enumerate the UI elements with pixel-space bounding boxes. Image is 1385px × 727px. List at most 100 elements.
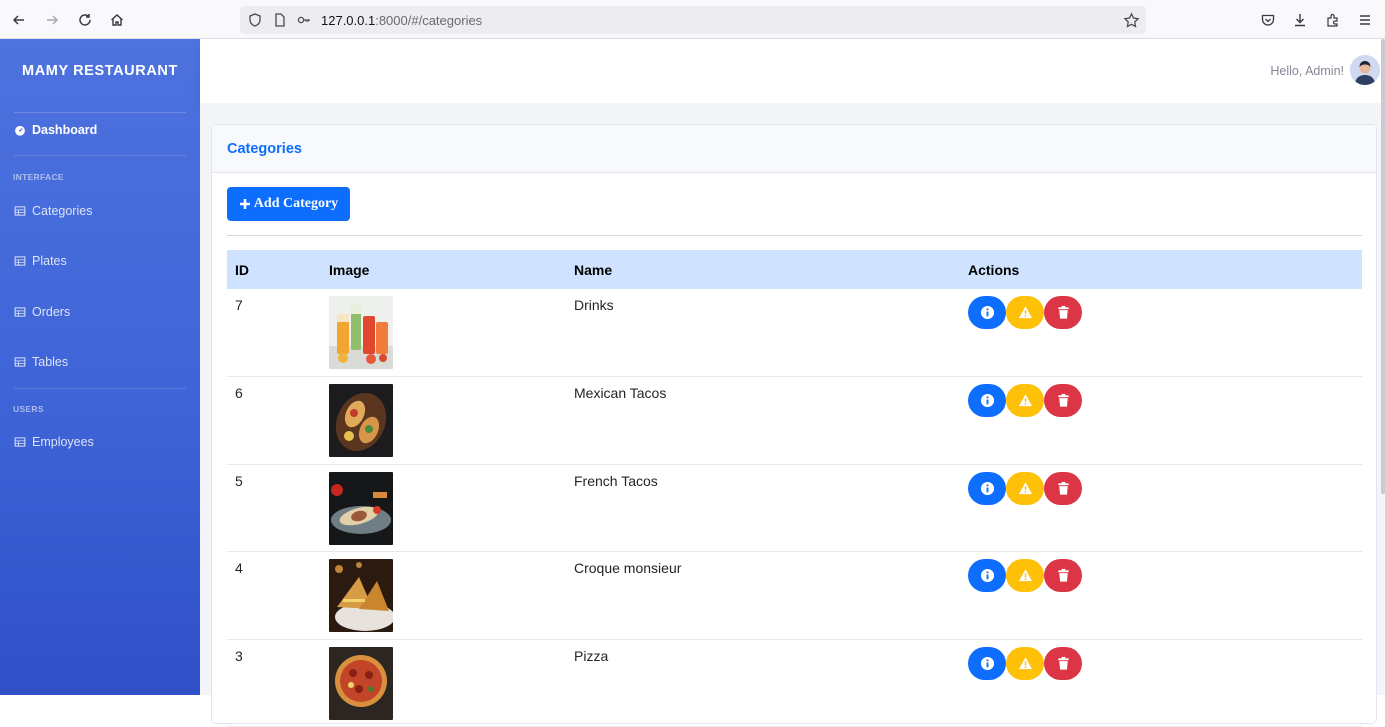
view-button[interactable] (968, 296, 1006, 329)
category-image-drinks (329, 296, 393, 369)
menu-icon[interactable] (1354, 9, 1376, 31)
table-icon (14, 256, 26, 266)
edit-button[interactable] (1006, 646, 1044, 680)
scrollbar[interactable] (1381, 39, 1385, 494)
table-row: 4 Croque monsieur (227, 551, 1362, 640)
url-bar[interactable]: 127.0.0.1:8000/#/categories (240, 6, 1146, 34)
back-icon[interactable] (8, 9, 30, 31)
cell-id: 3 (227, 639, 321, 727)
sidebar-item-orders[interactable]: Orders (14, 305, 70, 319)
add-category-label: Add Category (253, 196, 339, 211)
row-actions (968, 384, 1354, 417)
cell-name: French Tacos (566, 464, 960, 552)
cell-name: Mexican Tacos (566, 376, 960, 465)
table-header-row: ID Image Name Actions (227, 250, 1362, 289)
sidebar: MAMY RESTAURANT Dashboard INTERFACE Cate… (0, 39, 200, 695)
downloads-icon[interactable] (1289, 9, 1311, 31)
warning-icon (1018, 656, 1032, 669)
sidebar-item-tables[interactable]: Tables (14, 355, 68, 369)
trash-icon (1057, 568, 1069, 582)
sidebar-item-categories[interactable]: Categories (14, 204, 92, 218)
column-header-id: ID (235, 261, 249, 278)
warning-icon (1018, 394, 1032, 407)
column-header-name: Name (574, 261, 613, 278)
cell-name: Croque monsieur (566, 551, 960, 640)
table-icon (14, 437, 26, 447)
divider (14, 388, 186, 389)
sidebar-item-label: Categories (32, 204, 93, 218)
url-text: 127.0.0.1:8000/#/categories (321, 13, 483, 28)
view-button[interactable] (968, 646, 1006, 680)
reload-icon[interactable] (74, 9, 96, 31)
edit-button[interactable] (1006, 471, 1044, 505)
cell-name: Drinks (566, 289, 960, 377)
info-icon (980, 656, 994, 670)
table-row: 6 Mexican Tacos (227, 376, 1362, 465)
bookmark-star-icon[interactable] (1123, 12, 1140, 29)
card-header: Categories (212, 125, 1376, 173)
sidebar-item-plates[interactable]: Plates (14, 254, 67, 268)
forward-icon[interactable] (41, 9, 63, 31)
shield-icon (249, 13, 261, 27)
trash-icon (1057, 393, 1069, 407)
cell-id: 5 (227, 464, 321, 552)
edit-button[interactable] (1006, 296, 1044, 329)
cell-id: 4 (227, 551, 321, 640)
plus-icon (239, 199, 250, 209)
categories-card: Categories Add Category ID Image Name Ac… (211, 124, 1377, 727)
sidebar-item-dashboard[interactable]: Dashboard (14, 123, 97, 137)
row-actions (968, 471, 1354, 505)
table-icon (14, 357, 26, 367)
divider (14, 155, 186, 156)
home-icon[interactable] (106, 9, 128, 31)
trash-icon (1057, 481, 1069, 495)
warning-icon (1018, 481, 1032, 494)
row-actions (968, 646, 1354, 680)
sidebar-item-label: Orders (32, 305, 71, 319)
main-content: Categories Add Category ID Image Name Ac… (200, 103, 1385, 727)
cell-name: Pizza (566, 639, 960, 727)
table-row: 3 Pizza (227, 639, 1362, 727)
view-button[interactable] (968, 471, 1006, 505)
key-icon (297, 16, 310, 24)
warning-icon (1018, 569, 1032, 582)
cell-id: 6 (227, 376, 321, 465)
edit-button[interactable] (1006, 559, 1044, 592)
category-image-pizza (329, 646, 393, 720)
extensions-icon[interactable] (1322, 9, 1344, 31)
page-title: Categories (227, 141, 302, 157)
table-icon (14, 206, 26, 216)
brand-title[interactable]: MAMY RESTAURANT (0, 63, 200, 79)
edit-button[interactable] (1006, 384, 1044, 417)
divider (227, 235, 1362, 236)
categories-table: ID Image Name Actions 7 Drinks 6 Mexican… (227, 250, 1362, 727)
sidebar-item-label: Plates (32, 254, 67, 268)
sidebar-item-label: Employees (32, 435, 94, 449)
category-image-french-tacos (329, 471, 393, 545)
view-button[interactable] (968, 384, 1006, 417)
sidebar-item-employees[interactable]: Employees (14, 435, 94, 449)
row-actions (968, 296, 1354, 329)
delete-button[interactable] (1044, 384, 1082, 417)
pocket-icon[interactable] (1257, 9, 1279, 31)
sidebar-item-label: Tables (32, 355, 69, 369)
category-image-croque-monsieur (329, 559, 393, 632)
column-header-actions: Actions (968, 261, 1020, 278)
delete-button[interactable] (1044, 646, 1082, 680)
trash-icon (1057, 656, 1069, 670)
info-icon (980, 568, 994, 583)
table-icon (14, 307, 26, 317)
table-row: 7 Drinks (227, 289, 1362, 377)
delete-button[interactable] (1044, 559, 1082, 592)
trash-icon (1057, 305, 1069, 319)
row-actions (968, 559, 1354, 592)
add-category-button[interactable]: Add Category (227, 187, 350, 221)
divider (14, 112, 186, 113)
avatar[interactable] (1350, 55, 1380, 85)
delete-button[interactable] (1044, 471, 1082, 505)
page-icon (275, 13, 285, 27)
user-greeting[interactable]: Hello, Admin! (1270, 64, 1344, 78)
delete-button[interactable] (1044, 296, 1082, 329)
sidebar-item-label: Dashboard (32, 123, 98, 137)
view-button[interactable] (968, 559, 1006, 592)
